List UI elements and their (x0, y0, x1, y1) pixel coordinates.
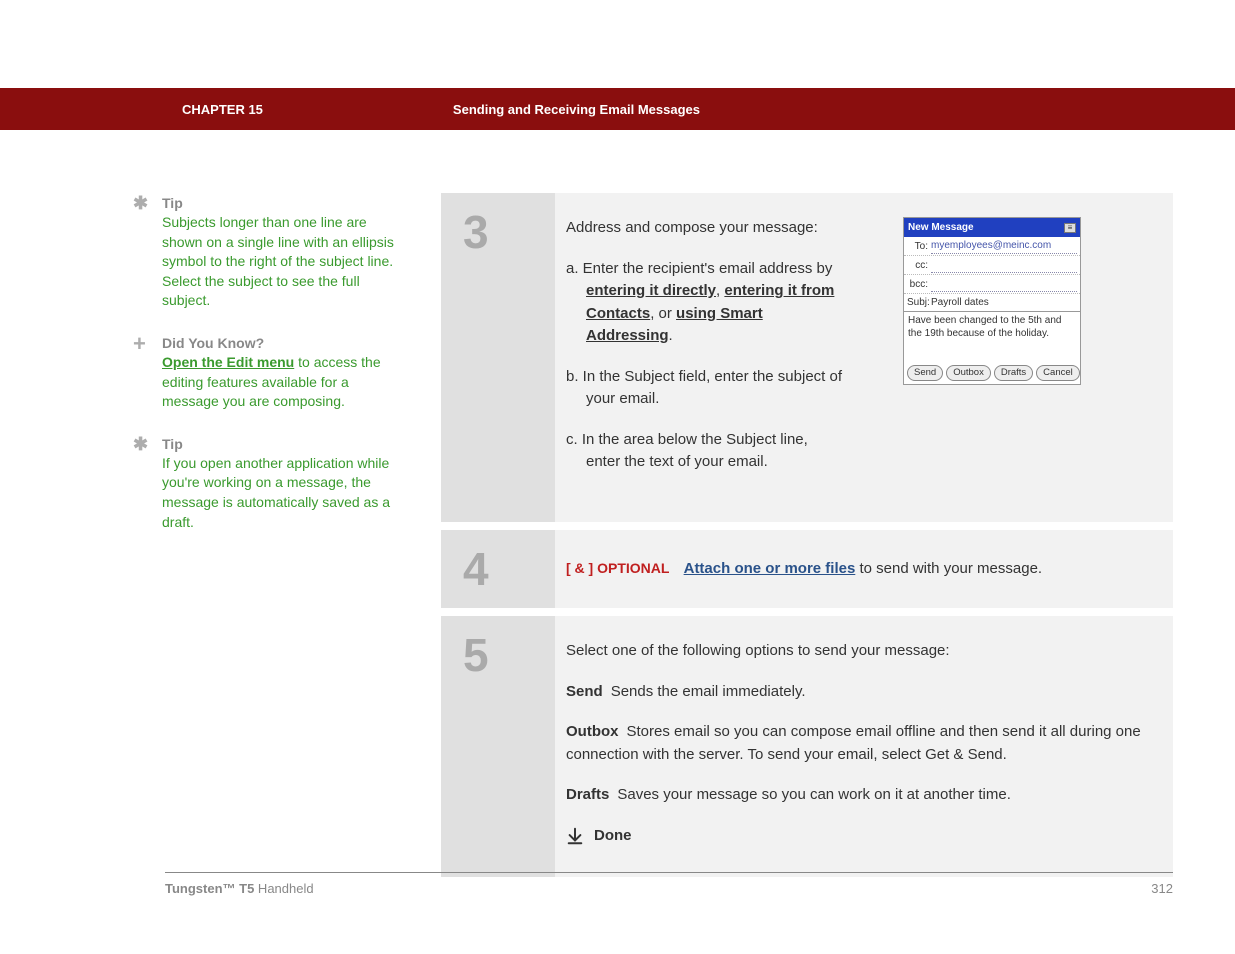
step-number-col: 5 (441, 616, 555, 877)
step5-outbox: OutboxStores email so you can compose em… (566, 721, 1153, 766)
to-label: To: (907, 239, 931, 254)
asterisk-icon: ✱ (133, 193, 148, 214)
drafts-term: Drafts (566, 786, 609, 803)
page-number: 312 (1151, 881, 1173, 896)
to-value: myemployees@meinc.com (931, 238, 1077, 254)
done-label: Done (594, 825, 632, 848)
mock-cancel-button: Cancel (1036, 365, 1080, 381)
step5-send: Send Sends the email immediately. (566, 681, 1153, 704)
sidebar-label: Tip (162, 195, 403, 211)
mock-new-message-window: New Message ≡ To: myemployees@meinc.com … (903, 217, 1081, 385)
step-body: [ & ] OPTIONAL Attach one or more files … (555, 530, 1173, 609)
step-4: 4 [ & ] OPTIONAL Attach one or more file… (441, 530, 1173, 609)
step5-intro: Select one of the following options to s… (566, 640, 1153, 663)
footer: Tungsten™ T5 Handheld 312 (165, 872, 1173, 896)
outbox-term: Outbox (566, 723, 619, 740)
step4-rest: to send with your message. (855, 560, 1042, 577)
sep: . (669, 327, 673, 344)
step-number: 3 (463, 205, 555, 259)
step-number-col: 3 (441, 193, 555, 522)
attach-files-link[interactable]: Attach one or more files (684, 560, 856, 577)
mock-subj-row: Subj: Payroll dates (904, 294, 1080, 312)
done-row: Done (566, 825, 1153, 848)
mock-outbox-button: Outbox (946, 365, 991, 381)
step3-b: b. In the Subject field, enter the subje… (566, 366, 846, 411)
cc-label: cc: (907, 258, 931, 273)
step-number-col: 4 (441, 530, 555, 609)
bcc-label: bcc: (907, 277, 931, 292)
sidebar-label: Tip (162, 436, 403, 452)
mock-button-row: Send Outbox Drafts Cancel (904, 362, 1080, 384)
plus-icon: + (133, 331, 146, 357)
mock-send-button: Send (907, 365, 943, 381)
send-desc: Sends the email immediately. (611, 683, 806, 700)
mock-bcc-row: bcc: (904, 275, 1080, 294)
chapter-header-band: CHAPTER 15 Sending and Receiving Email M… (0, 88, 1235, 130)
sidebar: ✱ Tip Subjects longer than one line are … (133, 195, 403, 556)
product-name: Tungsten™ T5 (165, 881, 254, 896)
mock-to-row: To: myemployees@meinc.com (904, 237, 1080, 256)
subj-label: Subj: (907, 295, 931, 310)
step-number: 5 (463, 628, 555, 682)
chapter-title: Sending and Receiving Email Messages (453, 102, 700, 117)
cc-value (931, 257, 1077, 273)
step-body: Address and compose your message: a. Ent… (555, 193, 1173, 522)
footer-product: Tungsten™ T5 Handheld (165, 881, 314, 896)
outbox-desc: Stores email so you can compose email of… (566, 723, 1141, 763)
step-body: Select one of the following options to s… (555, 616, 1173, 877)
step3-a-prefix: a. Enter the recipient's email address b… (566, 260, 832, 277)
done-arrow-icon (566, 827, 584, 845)
mock-title-bar: New Message ≡ (904, 218, 1080, 237)
sidebar-tip-1: ✱ Tip Subjects longer than one line are … (133, 195, 403, 311)
step3-c: c. In the area below the Subject line, e… (566, 429, 846, 474)
sidebar-dyk: + Did You Know? Open the Edit menu to ac… (133, 335, 403, 412)
step3-a: a. Enter the recipient's email address b… (566, 258, 846, 348)
step-number: 4 (463, 542, 555, 596)
drafts-desc: Saves your message so you can work on it… (617, 786, 1011, 803)
mock-drafts-button: Drafts (994, 365, 1033, 381)
optional-tag: [ & ] OPTIONAL (566, 560, 669, 576)
sidebar-label: Did You Know? (162, 335, 403, 351)
sidebar-body: If you open another application while yo… (162, 454, 403, 532)
send-term: Send (566, 683, 603, 700)
mock-body-text: Have been changed to the 5th and the 19t… (904, 312, 1080, 362)
product-suffix: Handheld (254, 881, 313, 896)
step-3: 3 Address and compose your message: a. E… (441, 193, 1173, 522)
sidebar-tip-2: ✱ Tip If you open another application wh… (133, 436, 403, 532)
bcc-value (931, 276, 1077, 292)
sep: , or (650, 305, 676, 322)
sidebar-body: Subjects longer than one line are shown … (162, 213, 403, 311)
edit-menu-link[interactable]: Open the Edit menu (162, 354, 294, 370)
mock-title-text: New Message (908, 220, 974, 235)
main-panel: 3 Address and compose your message: a. E… (441, 193, 1173, 885)
asterisk-icon: ✱ (133, 434, 148, 455)
mock-cc-row: cc: (904, 256, 1080, 275)
subj-value: Payroll dates (931, 295, 989, 310)
chapter-label: CHAPTER 15 (182, 102, 263, 117)
step3-intro: Address and compose your message: (566, 217, 846, 240)
step-5: 5 Select one of the following options to… (441, 616, 1173, 877)
menu-icon: ≡ (1064, 223, 1076, 233)
link-enter-directly[interactable]: entering it directly (586, 282, 716, 299)
step5-drafts: Drafts Saves your message so you can work… (566, 784, 1153, 807)
sidebar-body: Open the Edit menu to access the editing… (162, 353, 403, 412)
